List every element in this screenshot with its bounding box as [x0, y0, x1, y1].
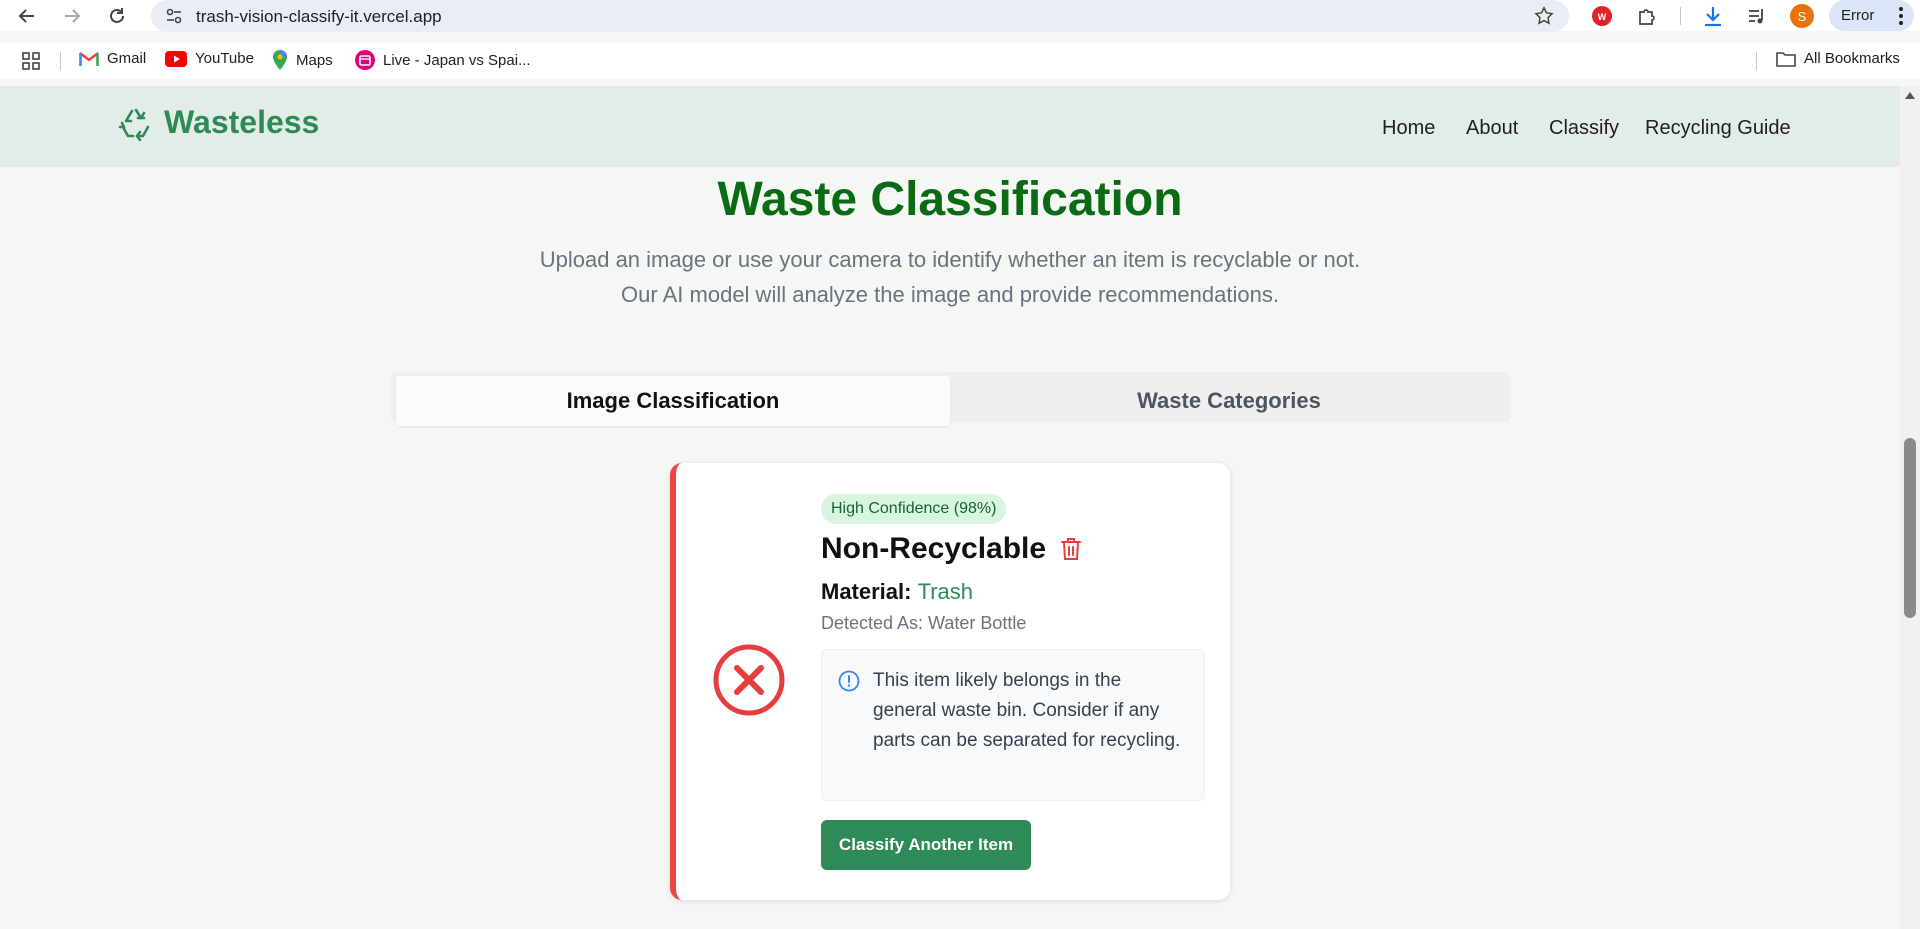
result-status: Non-Recyclable — [821, 532, 1047, 565]
all-bookmarks-label: All Bookmarks — [1804, 50, 1900, 67]
tab-waste-categories[interactable]: Waste Categories — [951, 376, 1507, 426]
reload-icon — [110, 8, 124, 23]
nav-about[interactable]: About — [1466, 117, 1518, 140]
profile-initial: S — [1798, 9, 1807, 24]
extensions-puzzle-icon[interactable] — [1634, 3, 1660, 29]
folder-icon — [1776, 51, 1796, 67]
arrow-left-icon — [18, 9, 34, 23]
address-bar[interactable]: trash-vision-classify-it.vercel.app — [151, 0, 1569, 32]
brand-name: Wasteless — [164, 104, 320, 140]
detected-as: Detected As: Water Bottle — [821, 613, 1027, 633]
page-subtitle-line1: Upload an image or use your camera to id… — [539, 247, 1361, 272]
page-subtitle-line2: Our AI model will analyze the image and … — [621, 282, 1279, 307]
media-control-icon[interactable] — [1744, 3, 1770, 29]
forward-button[interactable] — [60, 4, 84, 28]
maps-pin-icon — [273, 50, 287, 70]
classification-tabs: Image Classification Waste Categories — [391, 372, 1511, 426]
result-heading: Non-Recyclable — [821, 532, 1082, 566]
bookmark-label: Live - Japan vs Spai... — [383, 51, 531, 69]
scrollbar-thumb[interactable] — [1904, 438, 1916, 618]
reload-button[interactable] — [105, 4, 129, 28]
scroll-up-arrow-icon[interactable] — [1905, 92, 1915, 99]
classify-another-button[interactable]: Classify Another Item — [821, 820, 1031, 870]
toolbar-divider — [1680, 7, 1681, 25]
extension-badge-text: W — [1598, 12, 1607, 22]
extension-wn-icon[interactable]: W — [1589, 3, 1615, 29]
gmail-icon — [79, 51, 99, 66]
bookmark-label: YouTube — [195, 50, 254, 67]
bookmark-gmail[interactable]: Gmail — [79, 50, 146, 67]
trash-icon[interactable] — [1060, 537, 1082, 561]
bookmark-label: Gmail — [107, 50, 147, 67]
site-settings-icon[interactable] — [165, 7, 183, 25]
bookmarks-bar: Gmail YouTube Maps Live - Japan vs Spai.… — [0, 43, 1920, 79]
bookmarks-divider — [60, 52, 61, 70]
x-circle-icon — [713, 644, 785, 716]
page-title: Waste Classification — [717, 173, 1183, 226]
bookmark-maps[interactable]: Maps — [272, 50, 333, 70]
recommendation-box: This item likely belongs in the general … — [821, 649, 1205, 801]
youtube-icon — [165, 50, 187, 67]
profile-error-chip[interactable]: Error — [1829, 0, 1914, 31]
downloads-icon[interactable] — [1700, 3, 1726, 29]
recommendation-text: This item likely belongs in the general … — [873, 670, 1181, 751]
app-header: Wasteless Home About Classify Recycling … — [0, 86, 1900, 167]
result-card: High Confidence (98%) Non-Recyclable Mat… — [670, 463, 1230, 900]
profile-avatar[interactable]: S — [1789, 3, 1815, 29]
url-text[interactable]: trash-vision-classify-it.vercel.app — [196, 7, 442, 27]
bookmark-star-icon[interactable] — [1533, 5, 1555, 27]
recycle-icon — [118, 108, 150, 141]
profile-error-label: Error — [1841, 7, 1875, 24]
live-event-icon — [355, 50, 375, 70]
back-button[interactable] — [15, 4, 39, 28]
brand-logo[interactable]: Wasteless — [118, 104, 319, 141]
page-scrollbar[interactable] — [1900, 86, 1920, 929]
bookmark-youtube[interactable]: YouTube — [165, 50, 254, 67]
kebab-menu-icon[interactable] — [1898, 6, 1904, 26]
all-bookmarks-button[interactable]: All Bookmarks — [1776, 50, 1900, 67]
browser-toolbar: trash-vision-classify-it.vercel.app W S … — [0, 0, 1920, 32]
nav-classify[interactable]: Classify — [1549, 117, 1619, 140]
nav-home[interactable]: Home — [1382, 117, 1435, 140]
bookmarks-divider — [1756, 52, 1757, 70]
bookmark-live-match[interactable]: Live - Japan vs Spai... — [355, 50, 531, 70]
arrow-right-icon — [65, 9, 81, 23]
material-line: Material: Trash — [821, 579, 973, 605]
tab-image-classification[interactable]: Image Classification — [396, 376, 950, 426]
confidence-badge: High Confidence (98%) — [821, 494, 1007, 524]
apps-grid-icon[interactable] — [22, 52, 40, 70]
info-icon — [838, 670, 860, 692]
material-value: Trash — [917, 579, 974, 604]
nav-recycling-guide[interactable]: Recycling Guide — [1645, 117, 1791, 140]
bookmark-label: Maps — [296, 51, 333, 69]
material-label: Material: — [821, 579, 912, 604]
